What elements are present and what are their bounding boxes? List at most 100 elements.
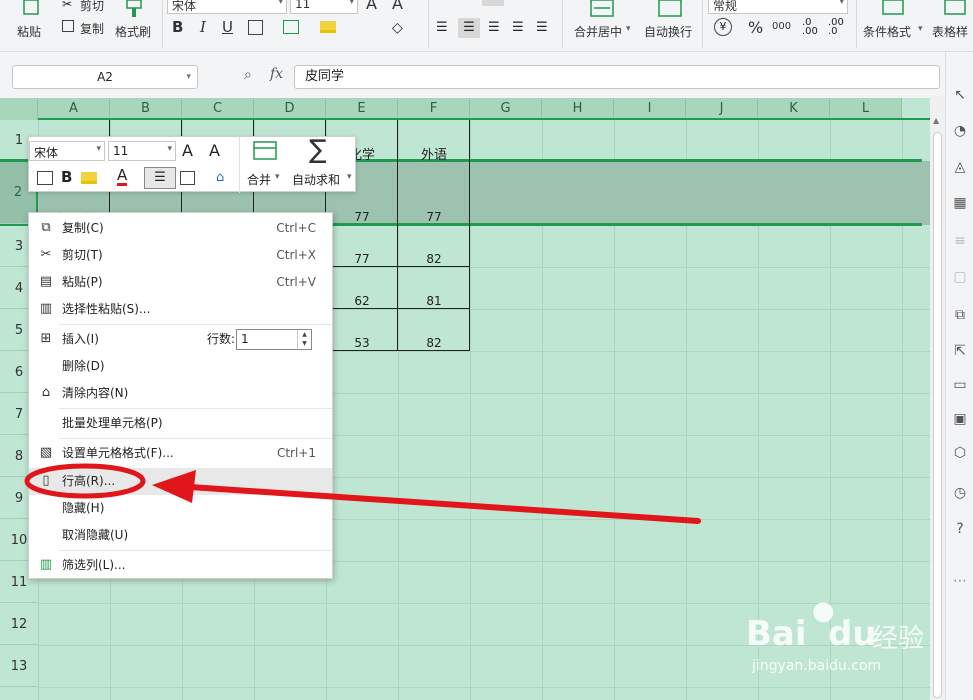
zoom-search-icon[interactable]: ⌕ [244, 67, 252, 83]
fill-color-icon[interactable] [320, 21, 336, 33]
cell-e3[interactable]: 77 [326, 252, 398, 266]
mini-align-icon[interactable]: ☰ [144, 167, 176, 189]
name-box[interactable]: A2 ▾ [12, 65, 198, 89]
share-icon[interactable]: ⇱ [951, 342, 969, 360]
menu-item-insert[interactable]: ⊞ 插入(I) 行数: 1 ▲ ▼ [29, 326, 332, 353]
column-header-d[interactable]: D [254, 98, 326, 120]
mini-fill-color-icon[interactable] [81, 172, 97, 184]
percent-button[interactable]: % [748, 18, 763, 37]
font-name-select[interactable]: 宋体 ▾ [167, 0, 287, 14]
row-header-12[interactable]: 12 [0, 604, 38, 645]
cut-button[interactable]: ✂ 剪切 [60, 0, 110, 14]
help-icon[interactable]: ? [951, 520, 969, 538]
copy-button[interactable]: 复制 [60, 20, 110, 38]
column-header-i[interactable]: I [614, 98, 686, 120]
justify-icon[interactable]: ☰ [512, 20, 524, 35]
image-icon[interactable]: ▣ [951, 410, 969, 428]
align-right-icon[interactable]: ☰ [488, 20, 500, 35]
borders-icon[interactable] [248, 20, 263, 35]
cell-f1[interactable]: 外语 [398, 144, 470, 163]
spinner-arrows-icon[interactable]: ▲ ▼ [297, 330, 311, 349]
menu-item-unhide[interactable]: 取消隐藏(U) [29, 522, 332, 549]
mini-merge-button[interactable]: 合并 ▾ [243, 139, 287, 191]
more-icon[interactable]: ⋯ [951, 572, 969, 590]
style-icon[interactable]: ◬ [951, 158, 969, 176]
cell-e2[interactable]: 77 [326, 210, 398, 224]
menu-item-batch[interactable]: 批量处理单元格(P) [29, 410, 332, 437]
shield-icon[interactable]: ⬡ [951, 444, 969, 462]
format-painter-button[interactable]: 格式刷 [114, 0, 154, 40]
wrap-text-button[interactable]: 自动换行 [640, 0, 696, 42]
conditional-format-button[interactable]: 条件格式 ▾ [860, 0, 926, 42]
column-header-k[interactable]: K [758, 98, 830, 120]
cell-f3[interactable]: 82 [398, 252, 470, 266]
menu-item-clear[interactable]: ⌂ 清除内容(N) [29, 380, 332, 407]
menu-item-row-height[interactable]: ▯ 行高(R)... [29, 468, 332, 495]
column-header-h[interactable]: H [542, 98, 614, 120]
scroll-up-icon[interactable]: ▲ [933, 116, 939, 125]
mini-font-grow-button[interactable]: A [182, 141, 193, 160]
menu-item-delete[interactable]: 删除(D) [29, 353, 332, 380]
menu-item-paste-special[interactable]: ▥ 选择性粘贴(S)... [29, 296, 332, 323]
mini-font-name-select[interactable]: 宋体 ▾ [29, 141, 105, 161]
column-header-l[interactable]: L [830, 98, 902, 120]
menu-item-filter-column[interactable]: ▥ 筛选列(L)... [29, 552, 332, 579]
scrollbar-thumb[interactable] [933, 132, 942, 698]
cell-f2[interactable]: 77 [398, 210, 470, 224]
column-header-c[interactable]: C [182, 98, 254, 120]
eraser-icon[interactable]: ◇ [392, 20, 403, 36]
decrease-decimal-icon[interactable]: .00.0 [828, 18, 844, 37]
thousands-button[interactable]: 000 [772, 21, 791, 32]
font-size-select[interactable]: 11 ▾ [290, 0, 358, 14]
shapes-icon[interactable]: ◔ [951, 122, 969, 140]
select-all-corner[interactable] [0, 98, 38, 120]
table-style-button[interactable]: 表格样 [930, 0, 973, 42]
cell-e4[interactable]: 62 [326, 294, 398, 308]
settings-sliders-icon[interactable]: ≡ [951, 232, 969, 250]
mini-font-shrink-button[interactable]: A [209, 141, 220, 160]
fill-style-icon[interactable] [283, 20, 299, 34]
distribute-icon[interactable]: ☰ [536, 20, 548, 35]
row-header-13[interactable]: 13 [0, 646, 38, 687]
history-icon[interactable]: ◷ [951, 484, 969, 502]
cell-e5[interactable]: 53 [326, 336, 398, 350]
cursor-icon[interactable]: ↖ [951, 86, 969, 104]
bold-button[interactable]: B [172, 18, 183, 36]
menu-item-hide[interactable]: 隐藏(H) [29, 495, 332, 522]
align-left-icon[interactable]: ☰ [436, 20, 448, 35]
mini-wrap-icon[interactable] [37, 171, 53, 185]
cell-f5[interactable]: 82 [398, 336, 470, 350]
column-header-j[interactable]: J [686, 98, 758, 120]
menu-item-format-cells[interactable]: ▧ 设置单元格格式(F)... Ctrl+1 [29, 440, 332, 467]
mini-font-color-button[interactable]: A [117, 168, 128, 186]
currency-icon[interactable]: ¥ [714, 18, 732, 36]
menu-item-cut[interactable]: ✂ 剪切(T) Ctrl+X [29, 242, 332, 269]
archive-icon[interactable]: ▭ [951, 376, 969, 394]
rows-count-input[interactable]: 1 ▲ ▼ [236, 329, 312, 350]
increase-decimal-icon[interactable]: .0.00 [802, 18, 818, 37]
column-header-e[interactable]: E [326, 98, 398, 120]
underline-button[interactable]: U [222, 18, 233, 36]
align-center-icon[interactable]: ☰ [458, 18, 480, 38]
column-header-a[interactable]: A [38, 98, 110, 120]
crop-icon[interactable]: ⧉ [951, 306, 969, 324]
paste-button[interactable]: 粘贴 [14, 0, 48, 40]
mini-font-size-select[interactable]: 11 ▾ [108, 141, 176, 161]
align-middle-icon[interactable] [482, 0, 504, 6]
vertical-scrollbar[interactable]: ▲ [930, 96, 945, 700]
mini-bold-button[interactable]: B [61, 168, 72, 186]
mini-eraser-icon[interactable]: ⌂ [216, 170, 224, 185]
mini-borders-icon[interactable] [180, 171, 195, 185]
column-header-b[interactable]: B [110, 98, 182, 120]
menu-item-paste[interactable]: ▤ 粘贴(P) Ctrl+V [29, 269, 332, 296]
italic-button[interactable]: I [200, 18, 206, 36]
column-header-f[interactable]: F [398, 98, 470, 120]
fx-button[interactable]: fx [270, 66, 283, 82]
formula-input[interactable]: 皮同学 [294, 65, 940, 89]
number-format-select[interactable]: 常规 ▾ [708, 0, 848, 14]
column-header-g[interactable]: G [470, 98, 542, 120]
mini-autosum-button[interactable]: ∑ 自动求和 ▾ [289, 135, 355, 191]
menu-item-copy[interactable]: ⧉ 复制(C) Ctrl+C [29, 215, 332, 242]
merge-center-button[interactable]: 合并居中 ▾ [570, 0, 634, 42]
table-icon[interactable]: ▦ [951, 194, 969, 212]
